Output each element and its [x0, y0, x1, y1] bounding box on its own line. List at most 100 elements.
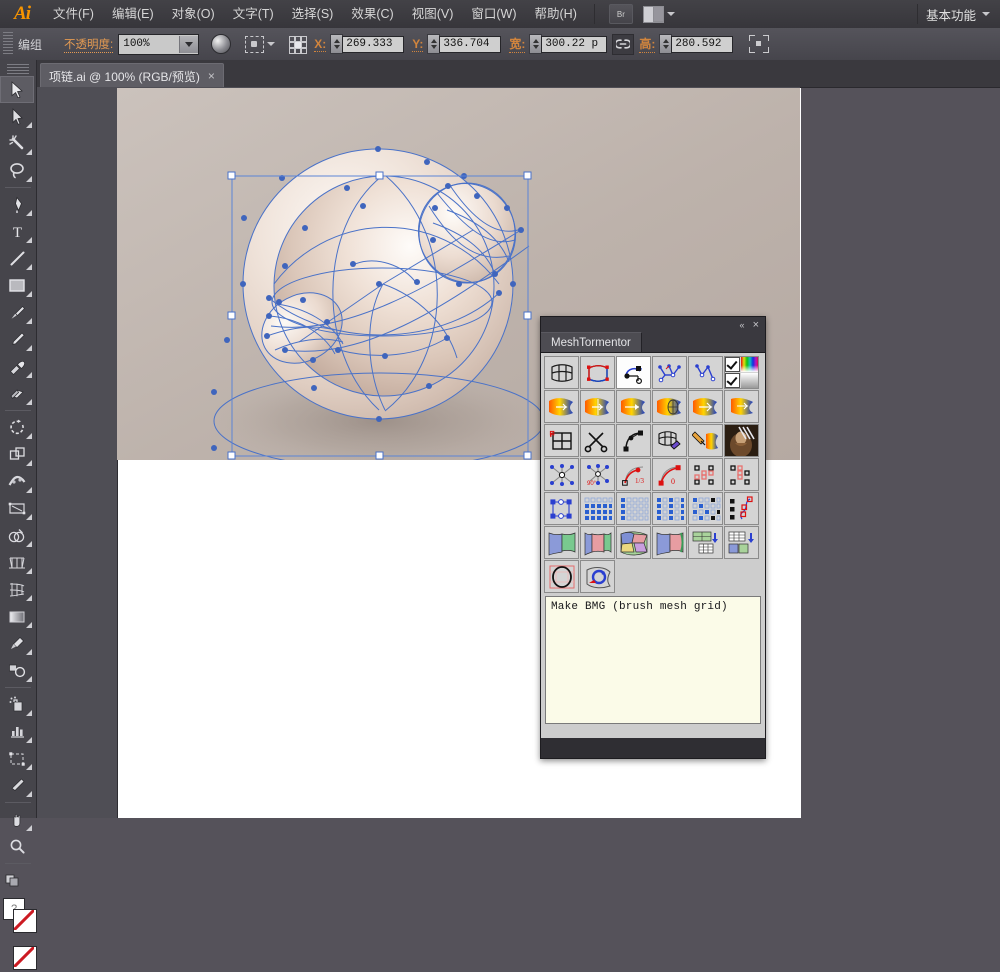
mesh-path-nodes-button[interactable] [724, 492, 759, 525]
workspace-switcher[interactable]: 基本功能 [926, 5, 982, 24]
menu-window[interactable]: 窗口(W) [462, 0, 525, 28]
width-tool[interactable] [0, 468, 34, 495]
mesh-merge-grid-button[interactable] [724, 526, 759, 559]
isolate-selection-button[interactable] [245, 35, 276, 53]
mesh-fish-5-button[interactable] [688, 390, 723, 423]
mesh-fish-2-button[interactable] [580, 390, 615, 423]
mesh-select-pattern-1-button[interactable] [688, 458, 723, 491]
magic-wand-tool[interactable] [0, 130, 34, 157]
screen-mode-button[interactable] [0, 867, 39, 894]
tools-panel-gripper[interactable] [7, 64, 29, 74]
pencil-tool[interactable] [0, 326, 34, 353]
mesh-split-grid-button[interactable] [688, 526, 723, 559]
close-icon[interactable]: × [208, 70, 215, 82]
option-row-gray[interactable] [725, 372, 758, 388]
x-field[interactable]: 269.333 [342, 35, 405, 53]
link-dimensions-button[interactable] [612, 33, 635, 55]
document-tab[interactable]: 项链.ai @ 100% (RGB/预览) × [40, 63, 224, 88]
mesh-fold-pink-button[interactable] [580, 526, 615, 559]
bridge-icon[interactable]: Br [608, 4, 633, 24]
mesh-fold-blue-button[interactable] [544, 526, 579, 559]
mesh-path-split-button[interactable] [652, 356, 687, 389]
mesh-paint-button[interactable] [688, 424, 723, 457]
panel-title-bar[interactable]: « × [541, 317, 765, 333]
blob-brush-tool[interactable] [0, 353, 34, 380]
rgb-swatch-icon[interactable] [740, 357, 758, 372]
eraser-tool[interactable] [0, 380, 34, 407]
height-field[interactable]: 280.592 [671, 35, 734, 53]
artboard-tool[interactable] [0, 745, 34, 772]
mesh-grid-select-1-button[interactable] [580, 492, 615, 525]
checkbox-gray[interactable] [725, 372, 740, 388]
mesh-star-node-button[interactable] [544, 458, 579, 491]
mesh-grid-select-2-button[interactable] [616, 492, 651, 525]
make-bmg-button[interactable] [544, 424, 579, 457]
mesh-color-edges-button[interactable] [580, 356, 615, 389]
stroke-swatch[interactable] [13, 909, 37, 933]
eyedropper-tool[interactable] [0, 630, 34, 657]
bottom-swatch-extra[interactable] [0, 946, 37, 972]
mesh-tormentor-panel[interactable]: « × MeshTormentor 90° 1/3 0 Make BMG (br… [540, 316, 766, 759]
type-tool[interactable]: T [0, 218, 34, 245]
mesh-circle-fit-button[interactable] [544, 560, 579, 593]
free-transform-tool[interactable] [0, 495, 34, 522]
mesh-fish-6-button[interactable] [724, 390, 759, 423]
mesh-grid-select-4-button[interactable] [688, 492, 723, 525]
mesh-zero-handle-button[interactable]: 0 [652, 458, 687, 491]
control-bar-gripper[interactable] [3, 32, 13, 56]
menu-view[interactable]: 视图(V) [403, 0, 463, 28]
mesh-grid-select-3-button[interactable] [652, 492, 687, 525]
mesh-fish-1-button[interactable] [544, 390, 579, 423]
mesh-rotate-90-button[interactable]: 90° [580, 458, 615, 491]
menu-effect[interactable]: 效果(C) [342, 0, 402, 28]
reference-point-selector[interactable] [289, 35, 308, 54]
opacity-combo[interactable]: 100% [118, 33, 200, 55]
mesh-outline-button[interactable] [544, 356, 579, 389]
paintbrush-tool[interactable] [0, 299, 34, 326]
mesh-tool[interactable] [0, 576, 34, 603]
opacity-preview-icon[interactable] [211, 34, 232, 54]
menu-help[interactable]: 帮助(H) [526, 0, 586, 28]
mesh-select-pattern-2-button[interactable] [724, 458, 759, 491]
line-segment-tool[interactable] [0, 245, 34, 272]
mesh-scissors-button[interactable] [580, 424, 615, 457]
width-field[interactable]: 300.22 p [541, 35, 608, 53]
transform-panel-button[interactable] [749, 35, 770, 53]
rectangle-tool[interactable] [0, 272, 34, 299]
zoom-tool[interactable] [0, 833, 34, 860]
checkbox-color[interactable] [725, 357, 740, 372]
menu-select[interactable]: 选择(S) [283, 0, 343, 28]
menu-object[interactable]: 对象(O) [163, 0, 224, 28]
option-row-color[interactable] [725, 357, 758, 372]
tab-mesh-tormentor[interactable]: MeshTormentor [541, 332, 642, 352]
mesh-curve-button[interactable] [616, 424, 651, 457]
hand-tool[interactable] [0, 806, 34, 833]
blend-tool[interactable] [0, 657, 34, 684]
perspective-grid-tool[interactable] [0, 549, 34, 576]
gradient-tool[interactable] [0, 603, 34, 630]
menu-file[interactable]: 文件(F) [44, 0, 103, 28]
arrange-documents-button[interactable] [642, 5, 675, 23]
y-field[interactable]: 336.704 [439, 35, 502, 53]
opacity-value[interactable]: 100% [119, 38, 179, 50]
mesh-options-checkboxes[interactable] [724, 356, 759, 389]
menu-type[interactable]: 文字(T) [224, 0, 283, 28]
pen-tool[interactable] [0, 191, 34, 218]
direct-selection-tool[interactable] [0, 103, 34, 130]
mesh-third-handle-button[interactable]: 1/3 [616, 458, 651, 491]
selection-tool[interactable] [0, 76, 34, 103]
ref-pt-br[interactable] [301, 47, 308, 54]
mesh-path-join-button[interactable] [688, 356, 723, 389]
lasso-tool[interactable] [0, 157, 34, 184]
rotate-tool[interactable] [0, 414, 34, 441]
collapse-icon[interactable]: « [740, 320, 745, 330]
gray-swatch-icon[interactable] [740, 372, 758, 388]
opacity-dropdown-button[interactable] [179, 35, 199, 53]
mesh-fish-4-button[interactable] [652, 390, 687, 423]
symbol-sprayer-tool[interactable] [0, 691, 34, 718]
opacity-label[interactable]: 不透明度: [64, 36, 114, 53]
scale-tool[interactable] [0, 441, 34, 468]
mesh-corner-nodes-button[interactable] [544, 492, 579, 525]
mesh-handles-button[interactable] [616, 356, 651, 389]
menu-edit[interactable]: 编辑(E) [103, 0, 163, 28]
